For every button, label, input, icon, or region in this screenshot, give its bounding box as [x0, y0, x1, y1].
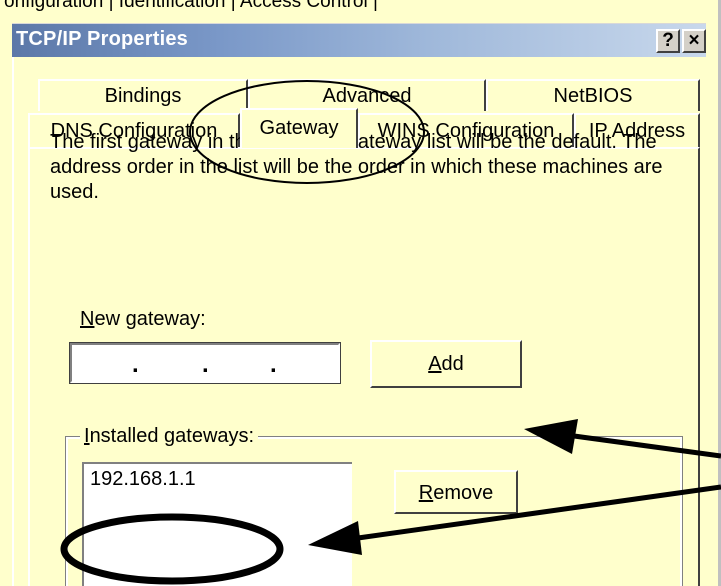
- gateway-description: The first gateway in the Installed Gatew…: [50, 131, 663, 203]
- window-title: TCP/IP Properties: [16, 28, 188, 50]
- installed-gateways-label: Installed gateways:: [80, 425, 259, 448]
- help-button[interactable]: ?: [656, 29, 680, 53]
- list-item[interactable]: 192.168.1.1: [90, 468, 196, 491]
- ip-dot-separator: .: [132, 351, 139, 378]
- close-button[interactable]: ×: [682, 29, 706, 53]
- remove-button[interactable]: Remove: [394, 470, 518, 514]
- title-bar[interactable]: TCP/IP Properties ? ×: [12, 23, 706, 57]
- screenshot: onfiguration | Identification | Access C…: [0, 0, 721, 586]
- add-button[interactable]: Add: [370, 340, 522, 388]
- background-tabs-text: onfiguration | Identification | Access C…: [4, 0, 378, 12]
- ip-dot-separator: .: [270, 351, 277, 378]
- new-gateway-label: New gateway:: [80, 308, 206, 330]
- tab-netbios[interactable]: NetBIOS: [486, 79, 700, 111]
- new-gateway-input[interactable]: . . .: [69, 342, 341, 384]
- tab-gateway[interactable]: Gateway: [240, 108, 358, 148]
- ip-dot-separator: .: [202, 351, 209, 378]
- installed-gateways-list[interactable]: 192.168.1.1: [82, 462, 352, 586]
- tab-bindings[interactable]: Bindings: [38, 79, 248, 111]
- tab-advanced[interactable]: Advanced: [248, 79, 486, 111]
